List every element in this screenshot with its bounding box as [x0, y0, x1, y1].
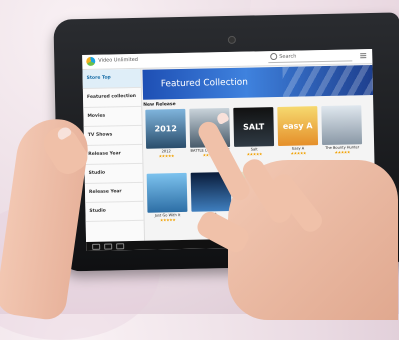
poster-title: SALT: [243, 122, 265, 132]
search-underline: [268, 60, 353, 64]
poster-title: easy A: [282, 121, 313, 131]
section-title: New Release: [143, 102, 176, 108]
camera-icon: [227, 35, 236, 45]
movie-poster[interactable]: easy A: [277, 106, 319, 146]
movie-tile[interactable]: The Bounty Hunter ★★★★★: [321, 105, 363, 155]
banner-decoration: [282, 64, 374, 97]
recent-apps-icon[interactable]: [116, 243, 125, 250]
sidebar-item-release-year[interactable]: Release Year: [84, 144, 143, 166]
sidebar-item-featured-collection[interactable]: Featured collection: [82, 87, 142, 109]
sidebar-item-release-year[interactable]: Release Year: [84, 182, 144, 204]
movie-tile[interactable]: easy A Easy A ★★★★★: [277, 106, 319, 156]
rating-stars: ★★★★★: [158, 153, 175, 159]
sidebar-item-movies[interactable]: Movies: [83, 106, 142, 128]
rating-stars: ★★★★★: [159, 217, 176, 223]
poster-title: [189, 108, 229, 109]
sidebar: Store Top Featured collection Movies TV …: [82, 68, 146, 243]
search-icon[interactable]: [270, 52, 278, 61]
banner-title: Featured Collection: [160, 77, 248, 90]
rating-stars: ★★★★★: [290, 150, 307, 156]
sidebar-item-studio[interactable]: Studio: [84, 163, 143, 185]
movie-poster[interactable]: [321, 105, 363, 146]
app-title: Video Unlimited: [98, 56, 139, 64]
rating-stars: ★★★★★: [334, 149, 351, 155]
back-icon[interactable]: [92, 243, 101, 250]
app-logo-icon: [86, 56, 96, 66]
search-input[interactable]: Search: [279, 54, 296, 60]
sidebar-item-studio[interactable]: Studio: [85, 201, 144, 223]
home-icon[interactable]: [104, 243, 113, 250]
movie-poster[interactable]: [146, 172, 188, 213]
movie-tile[interactable]: 2012 2012 ★★★★★: [145, 108, 187, 159]
movie-poster[interactable]: SALT: [233, 107, 275, 147]
featured-banner[interactable]: Featured Collection: [142, 64, 374, 100]
poster-title: 2012: [154, 124, 177, 134]
rating-stars: ★★★★★: [246, 151, 263, 157]
poster-title: [147, 173, 187, 174]
sidebar-item-store-top[interactable]: Store Top: [82, 68, 141, 90]
movie-tile[interactable]: SALT Salt ★★★★★: [233, 107, 275, 157]
movie-poster[interactable]: 2012: [145, 108, 187, 149]
menu-icon[interactable]: [360, 52, 367, 59]
movie-tile[interactable]: Just Go With It ★★★★★: [146, 172, 188, 223]
poster-title: [321, 105, 361, 106]
sidebar-item-tv-shows[interactable]: TV Shows: [83, 125, 143, 147]
